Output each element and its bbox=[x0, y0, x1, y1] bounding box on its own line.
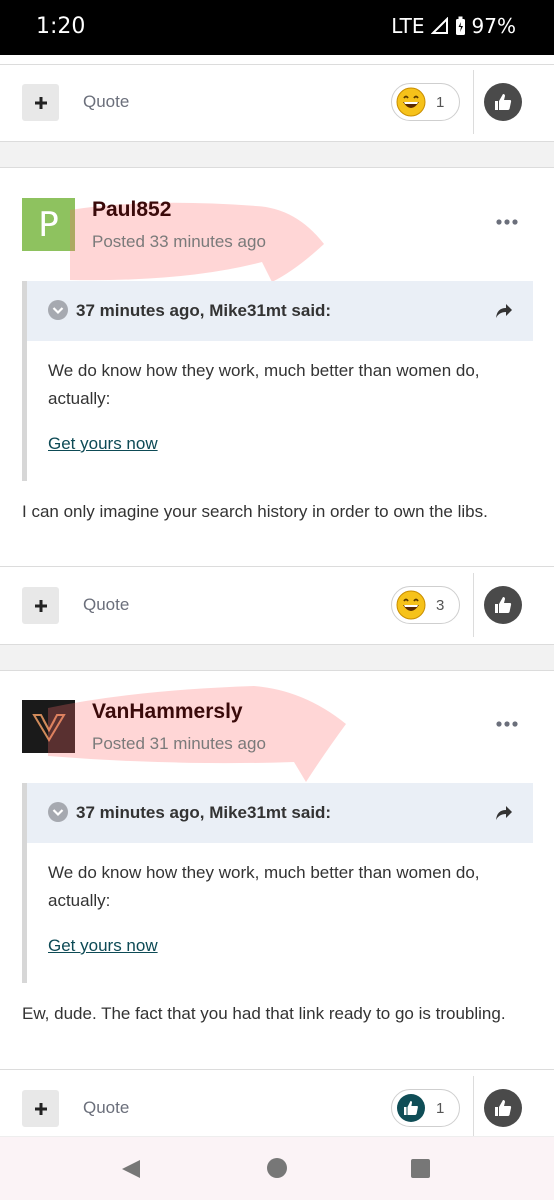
reaction-summary[interactable]: 1 bbox=[391, 1089, 460, 1127]
thumbs-up-icon bbox=[495, 94, 512, 110]
thumbs-up-reaction-icon bbox=[397, 1094, 425, 1122]
quote-text: We do know how they work, much better th… bbox=[48, 361, 480, 408]
divider bbox=[0, 64, 554, 65]
post-body: Ew, dude. The fact that you had that lin… bbox=[22, 1004, 506, 1023]
post-actions: Quote 1 bbox=[0, 1076, 554, 1140]
plus-icon bbox=[34, 96, 47, 109]
status-bar: 1:20 LTE 97% bbox=[0, 0, 554, 55]
author-name[interactable]: VanHammersly bbox=[92, 700, 243, 724]
post-header: VanHammersly Posted 31 minutes ago bbox=[0, 686, 554, 782]
like-button[interactable] bbox=[484, 586, 522, 624]
chevron-down-icon[interactable] bbox=[48, 802, 68, 822]
share-arrow-icon[interactable] bbox=[495, 303, 513, 319]
reaction-summary[interactable]: 1 bbox=[391, 83, 460, 121]
more-options-icon[interactable] bbox=[496, 720, 518, 728]
share-arrow-icon[interactable] bbox=[495, 805, 513, 821]
divider bbox=[473, 573, 474, 637]
status-time: 1:20 bbox=[36, 14, 86, 39]
battery-icon bbox=[455, 16, 465, 35]
recent-apps-icon[interactable] bbox=[411, 1159, 430, 1178]
plus-icon bbox=[34, 599, 47, 612]
thumbs-up-icon bbox=[495, 597, 512, 613]
quote-attribution: 37 minutes ago, Mike31mt said: bbox=[76, 803, 332, 822]
divider bbox=[0, 167, 554, 168]
divider bbox=[473, 70, 474, 134]
quote-button[interactable]: Quote bbox=[83, 92, 129, 112]
reaction-count: 1 bbox=[436, 1099, 445, 1117]
multiquote-button[interactable] bbox=[22, 1090, 59, 1127]
like-button[interactable] bbox=[484, 1089, 522, 1127]
system-nav-bar bbox=[0, 1136, 554, 1200]
divider bbox=[473, 1076, 474, 1140]
quote-button[interactable]: Quote bbox=[83, 595, 129, 615]
post-actions-top: Quote 1 bbox=[0, 70, 554, 134]
home-icon[interactable] bbox=[267, 1158, 287, 1178]
quote-block: 37 minutes ago, Mike31mt said: We do kno… bbox=[22, 281, 533, 481]
reaction-count: 1 bbox=[436, 93, 445, 111]
chevron-down-icon[interactable] bbox=[48, 300, 68, 320]
post-timestamp: Posted 31 minutes ago bbox=[92, 734, 266, 753]
quote-header: 37 minutes ago, Mike31mt said: bbox=[27, 281, 533, 341]
quote-attribution: 37 minutes ago, Mike31mt said: bbox=[76, 301, 332, 320]
battery-level: 97% bbox=[471, 14, 516, 38]
avatar-letter: P bbox=[38, 204, 59, 245]
quote-button[interactable]: Quote bbox=[83, 1098, 129, 1118]
post-actions: Quote 3 bbox=[0, 573, 554, 637]
status-indicators: LTE 97% bbox=[391, 14, 516, 38]
divider bbox=[0, 670, 554, 671]
multiquote-button[interactable] bbox=[22, 84, 59, 121]
quote-header: 37 minutes ago, Mike31mt said: bbox=[27, 783, 533, 843]
post-header: P Paul852 Posted 33 minutes ago bbox=[0, 198, 554, 282]
quote-link[interactable]: Get yours now bbox=[48, 434, 158, 454]
quote-block: 37 minutes ago, Mike31mt said: We do kno… bbox=[22, 783, 533, 983]
quote-text: We do know how they work, much better th… bbox=[48, 863, 480, 910]
multiquote-button[interactable] bbox=[22, 587, 59, 624]
divider bbox=[0, 566, 554, 567]
post-separator bbox=[0, 142, 554, 167]
reaction-summary[interactable]: 3 bbox=[391, 586, 460, 624]
post-separator bbox=[0, 645, 554, 670]
laughing-emoji-icon bbox=[396, 87, 426, 117]
author-name[interactable]: Paul852 bbox=[92, 198, 171, 222]
plus-icon bbox=[34, 1102, 47, 1115]
divider bbox=[0, 1069, 554, 1070]
thumbs-up-icon bbox=[495, 1100, 512, 1116]
reaction-count: 3 bbox=[436, 596, 445, 614]
post-body: I can only imagine your search history i… bbox=[22, 502, 488, 521]
back-icon[interactable] bbox=[120, 1158, 142, 1180]
more-options-icon[interactable] bbox=[496, 218, 518, 226]
like-button[interactable] bbox=[484, 83, 522, 121]
laughing-emoji-icon bbox=[396, 590, 426, 620]
quote-link[interactable]: Get yours now bbox=[48, 936, 158, 956]
signal-icon bbox=[430, 17, 448, 34]
network-label: LTE bbox=[391, 14, 425, 38]
post-timestamp: Posted 33 minutes ago bbox=[92, 232, 266, 251]
